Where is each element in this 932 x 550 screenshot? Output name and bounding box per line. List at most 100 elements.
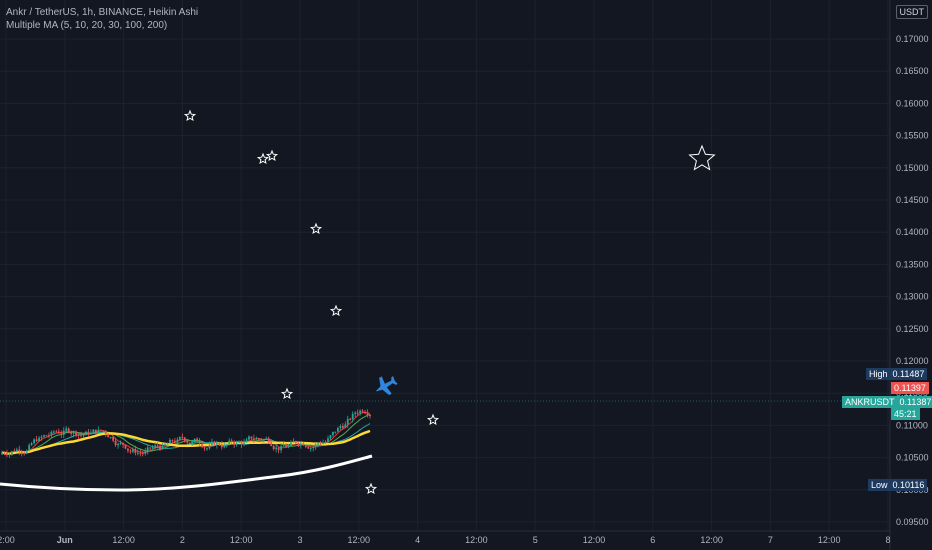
candle-body [124,444,127,449]
candle-body [240,441,243,445]
candle-body [228,440,231,445]
airplane-icon[interactable] [370,371,400,400]
candle-body [141,453,144,455]
star-icon[interactable] [265,149,279,162]
price-tick-label: 0.16500 [896,66,929,76]
time-tick-label: 12:00 [230,535,253,545]
candle-body [75,431,77,436]
candle-body [151,447,154,449]
candle-body [57,431,60,434]
candle-body [119,442,122,444]
candle-body [33,439,36,444]
candle-body [366,413,369,416]
candle-body [208,445,211,449]
star-icon[interactable] [688,144,716,171]
candle-body [235,442,238,445]
candle-body [144,451,147,454]
candle-body [292,441,295,443]
high-label: High [869,369,888,379]
candle-body [87,431,90,435]
candle-body [369,415,371,417]
indicator-title[interactable]: Multiple MA (5, 10, 20, 30, 100, 200) [6,19,198,32]
candle-body [307,446,310,449]
candle-body [8,453,11,455]
candle-body [183,437,186,441]
candle-body [193,438,196,442]
candle-body [70,431,73,434]
time-tick-label: 2:00 [0,535,15,545]
candle-body [122,442,124,445]
price-tick-label: 0.14500 [896,195,929,205]
candle-body [67,428,70,432]
star-icon[interactable] [309,222,323,235]
candle-body [154,445,157,448]
candle-body [50,431,53,436]
candle-body [90,432,92,435]
candle-body [99,429,102,431]
candle-body [285,445,287,448]
candle-body [159,445,161,450]
chart-legend: Ankr / TetherUS, 1h, BINANCE, Heikin Ash… [6,6,198,32]
candle-body [267,438,270,443]
candle-body [238,441,241,443]
candle-body [250,436,253,439]
candle-body [270,442,273,446]
time-tick-label: 12:00 [348,535,371,545]
ma-10-line [1,413,371,455]
star-icon[interactable] [426,413,440,426]
candle-body [248,436,250,440]
price-tick-label: 0.12500 [896,324,929,334]
candle-body [272,445,275,450]
time-axis[interactable]: 2:00 Jun 12:00 2 12:00 3 12:00 4 12:00 5 12:00 6 12:… [0,535,891,545]
candle-body [198,440,201,444]
candle-body [309,447,312,449]
candle-body [336,427,339,432]
moving-averages [0,411,373,492]
candle-body [171,439,174,441]
candle-body [13,451,16,453]
candle-body [304,445,307,447]
price-tick-label: 0.13000 [896,292,929,302]
candle-body [324,441,327,443]
candle-body [173,440,176,443]
candle-body [191,441,194,444]
price-tick-label: 0.16000 [896,98,929,108]
price-tick-label: 0.09500 [896,517,929,527]
candle-body [218,443,221,445]
time-tick-label: 12:00 [700,535,723,545]
last-close-value: 0.11397 [894,383,926,393]
candle-body [139,452,142,454]
candle-body [30,443,33,446]
price-chart[interactable]: 0.17000 0.16500 0.16000 0.15500 0.15000 0.145… [0,0,932,550]
symbol-title[interactable]: Ankr / TetherUS, 1h, BINANCE, Heikin Ash… [6,6,198,19]
candle-body [10,451,13,454]
candle-body [287,446,290,448]
high-tag: High 0.11487 [866,368,928,380]
currency-button[interactable]: USDT [895,5,928,19]
candle-body [112,437,115,441]
candle-body [275,447,278,450]
star-icon[interactable] [183,109,197,122]
candle-body [314,444,317,447]
candle-body [38,437,40,442]
candle-body [55,431,58,433]
candle-body [349,418,352,420]
candle-body [136,452,139,454]
candle-body [92,429,95,433]
candle-body [65,428,68,431]
time-tick-label: 5 [533,535,538,545]
time-tick-label: 4 [415,535,420,545]
star-icon[interactable] [364,482,378,495]
candle-body [23,452,26,454]
star-icon[interactable] [329,304,343,317]
candle-body [97,429,100,433]
candle-body [233,441,236,445]
candle-body [356,412,359,414]
price-tick-label: 0.11000 [896,420,928,430]
price-axis[interactable]: 0.17000 0.16500 0.16000 0.15500 0.15000 0.145… [896,34,929,527]
star-icon[interactable] [256,152,270,165]
candle-body [312,446,315,448]
candle-body [223,444,226,448]
time-tick-label: 7 [768,535,773,545]
price-tick-label: 0.12000 [896,356,929,366]
